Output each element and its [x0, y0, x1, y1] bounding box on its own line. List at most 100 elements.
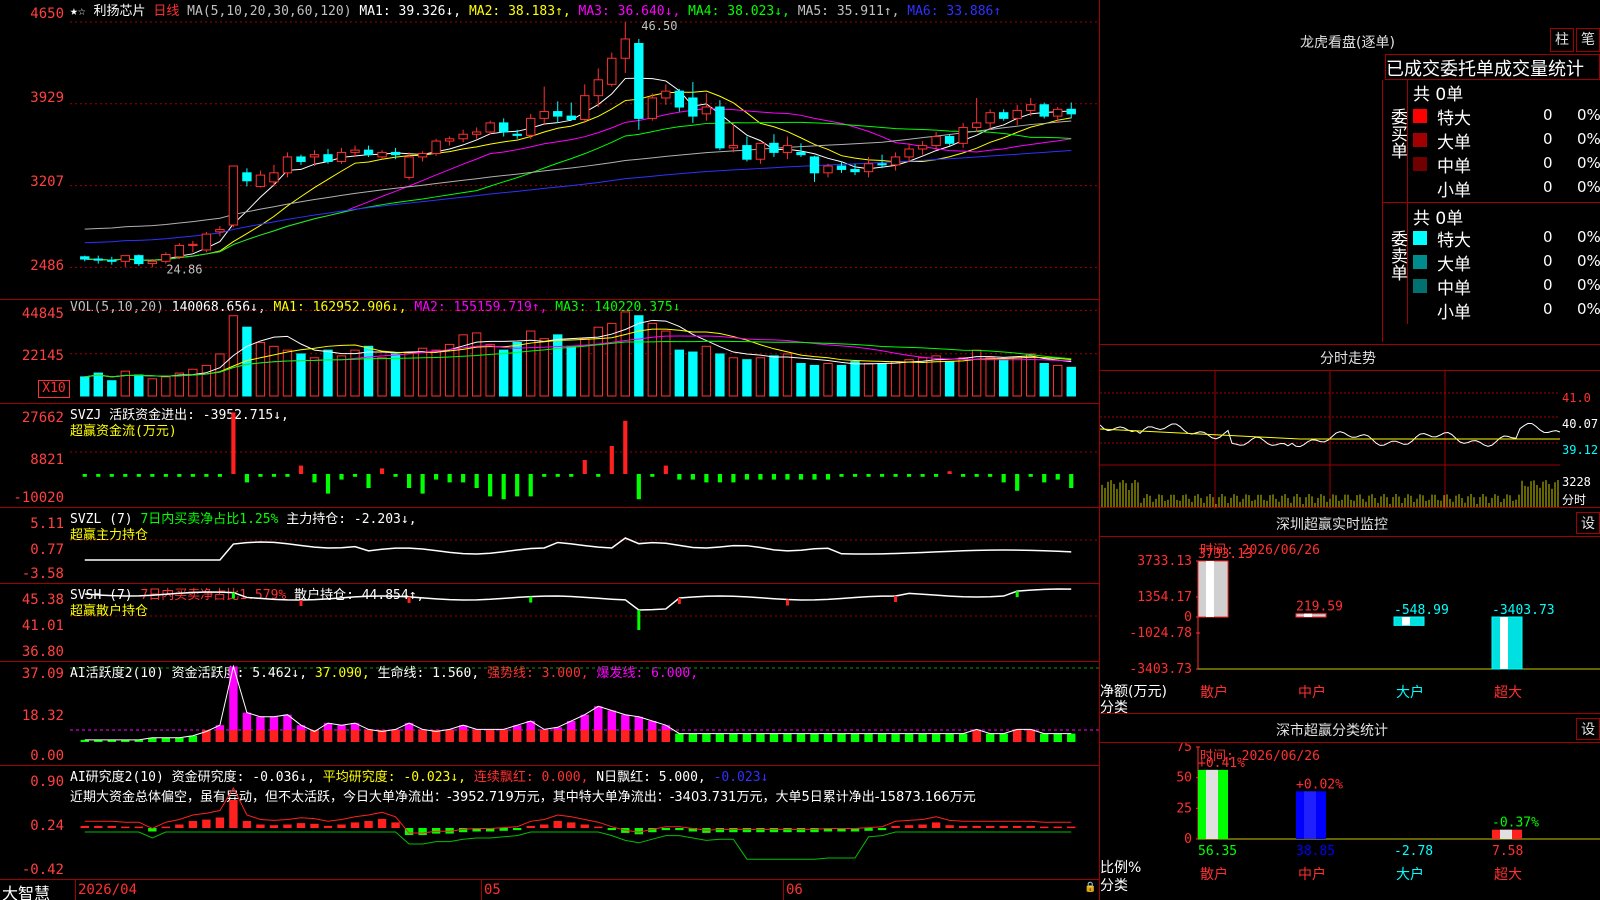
monitor-bar-highlight: [1206, 561, 1214, 617]
dragon-tab-header[interactable]: 已成交委托单成交量统计: [1385, 54, 1600, 80]
volume-bar: [553, 334, 563, 397]
classify-bar-value: 56.35: [1198, 844, 1237, 859]
svzj-bar: [1042, 474, 1047, 483]
svzj-bar: [1055, 474, 1060, 480]
volume-bar: [809, 364, 820, 397]
sell-pct: 0%: [1577, 300, 1600, 318]
sell-count: 0: [1543, 300, 1553, 318]
monitor-bar-value: 3733.13: [1198, 547, 1253, 562]
volume-bar: [661, 330, 671, 397]
svzj-bars: [70, 412, 1100, 500]
candlestick-chart[interactable]: 46.50 24.86: [70, 0, 1100, 300]
svzl-holdings-line: [84, 537, 1072, 561]
volume-bar: [1066, 366, 1076, 397]
monitor-axis-tick: 3733.13: [1137, 554, 1192, 569]
svzj-bar: [447, 474, 452, 483]
candle-body: [863, 163, 874, 173]
svzj-bar: [515, 474, 520, 497]
svzj-bar: [271, 474, 277, 477]
tick-mode-button[interactable]: 笔: [1576, 28, 1600, 52]
intraday-vol-label: 分时: [1562, 493, 1587, 507]
svzj-bar: [406, 474, 412, 488]
sell-row: 大单 0 0%: [1413, 250, 1600, 275]
ai-research-bar: [1013, 825, 1022, 828]
ai-research-bar: [1026, 825, 1035, 828]
candle-body: [782, 145, 793, 153]
sell-pct: 0%: [1577, 276, 1600, 294]
svsh-panel[interactable]: SVSH (7) 7日内买卖净占比1.579% 散户持仓: 44.854↑, 超…: [0, 584, 1100, 662]
svzj-bar: [988, 474, 993, 477]
intraday-tick-3: 39.12: [1562, 443, 1599, 457]
candle-body: [958, 126, 968, 144]
candle-body: [120, 255, 130, 262]
ai-research-bar: [377, 818, 387, 828]
ai-activity-bar-base: [337, 730, 346, 742]
svzj-bar: [663, 465, 668, 474]
candle-body: [161, 254, 171, 262]
ai-activity-bar-base: [323, 730, 333, 742]
candle-body: [728, 145, 739, 149]
monitor-category: 散户: [1200, 684, 1228, 701]
svzj-bar: [961, 474, 966, 477]
lock-icon[interactable]: 🔒: [1084, 882, 1096, 893]
candle-body: [553, 111, 563, 117]
classify-bar-value: 7.58: [1492, 844, 1523, 859]
sell-count: 0: [1543, 252, 1553, 270]
ai-research-bar: [121, 826, 130, 829]
ai-research-bar: [729, 828, 738, 833]
sell-orders-label: 委卖单: [1387, 230, 1407, 281]
classify-category: 超大: [1494, 867, 1522, 883]
ai-research-bar: [256, 824, 265, 828]
ai-activity-bar-base: [567, 730, 576, 742]
ai-activity-bar: [688, 733, 698, 742]
intraday-chart[interactable]: 41.0 40.07 39.12 3228 分时: [1099, 370, 1600, 509]
monitor-category: 大户: [1396, 684, 1424, 701]
ai-research-panel[interactable]: AI研究度2(10) 资金研究度: -0.036↓, 平均研究度: -0.023…: [0, 766, 1100, 880]
ai-research-bar: [513, 828, 522, 831]
classify-settings-button[interactable]: 设: [1576, 718, 1600, 740]
svzj-bar: [461, 474, 466, 483]
ai-activity-bar-base: [472, 730, 481, 742]
candle-body: [282, 156, 293, 174]
buy-pct: 0%: [1577, 154, 1600, 172]
svzj-bar: [1028, 474, 1033, 477]
svzj-panel[interactable]: SVZJ 活跃资金进出: -3952.715↓, 超赢资金流(万元) 27662…: [0, 404, 1100, 508]
volume-bar: [836, 364, 847, 397]
svsh-tick-3: 36.80: [21, 644, 64, 660]
classify-category: 散户: [1200, 866, 1228, 883]
svsh-tick: [894, 596, 898, 603]
ai-activity-bar-base: [445, 730, 454, 742]
volume-bar: [1026, 353, 1036, 397]
ai-activity-bar: [877, 733, 887, 742]
volume-bar: [728, 357, 739, 397]
ai-activity-bar: [999, 733, 1008, 742]
candle-body: [1066, 108, 1076, 115]
svzj-bar: [812, 474, 817, 480]
svzj-bar: [582, 460, 587, 474]
svzj-bar: [677, 474, 682, 480]
ai-research-bar: [904, 825, 914, 828]
candle-body: [850, 168, 860, 173]
svzj-bar: [1069, 474, 1074, 488]
monitor-settings-button[interactable]: 设: [1576, 512, 1600, 534]
volume-bar: [390, 353, 401, 397]
svzl-panel[interactable]: SVZL (7) 7日内买卖净占比1.25% 主力持仓: -2.203↓, 超赢…: [0, 508, 1100, 584]
ai-activity-bar: [175, 737, 184, 742]
candle-body: [526, 117, 536, 136]
candle-body: [755, 142, 766, 160]
volume-panel[interactable]: VOL(5,10,20) 140068.656↓, MA1: 162952.90…: [0, 300, 1100, 404]
ai-activity-panel[interactable]: AI活跃度2(10) 资金活跃度: 5.462↓, 37.090, 生命线: 1…: [0, 662, 1100, 766]
classify-bar-value: 38.85: [1296, 844, 1335, 859]
price-tick-4: 2486: [30, 258, 64, 274]
bar-mode-button[interactable]: 柱: [1550, 28, 1574, 52]
buy-swatch: [1413, 109, 1427, 123]
volume-bar: [323, 349, 333, 397]
buy-name: 大单: [1437, 133, 1471, 153]
classify-bar-change: -0.37%: [1492, 816, 1539, 831]
buy-total: 共 0单: [1413, 85, 1464, 105]
svzj-bar: [366, 474, 371, 488]
volume-bar: [377, 357, 387, 397]
price-panel[interactable]: ★☆ 利扬芯片 日线 MA(5,10,20,30,60,120) MA1: 39…: [0, 0, 1100, 300]
candle-body: [823, 165, 833, 174]
svzj-bar: [420, 474, 425, 494]
